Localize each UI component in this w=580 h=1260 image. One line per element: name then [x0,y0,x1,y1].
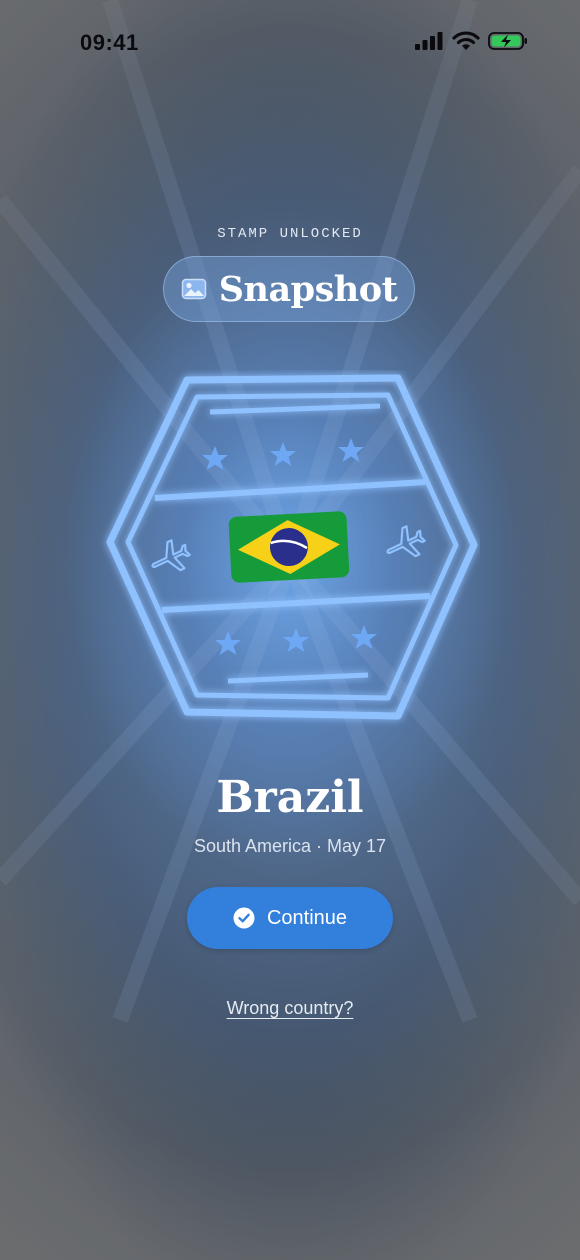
star-icon [283,628,309,652]
airplane-icon [144,534,196,582]
continue-label: Continue [266,906,348,929]
country-meta: South America · May 17 [193,836,387,856]
brazil-flag [228,511,350,583]
star-icon [270,442,296,466]
country-name: Brazil [216,772,364,823]
status-time: 09:41 [80,30,139,55]
star-icon [338,438,364,462]
image-icon [181,278,206,300]
stamp-unlocked-eyebrow: STAMP UNLOCKED [217,226,363,242]
wrong-country-link[interactable]: Wrong country? [0,998,580,1019]
cellular-signal-icon [415,32,443,50]
star-icon [202,446,228,470]
status-bar: 09:41 [0,0,580,86]
wrong-country-label[interactable]: Wrong country? [227,998,354,1018]
stamp-name-pill: Snapshot [163,256,415,322]
continue-button[interactable]: Continue [187,887,393,949]
star-icon [351,625,377,649]
passport-stamp [106,374,478,720]
star-icon [215,631,241,655]
battery-charging-icon [488,32,527,50]
stamp-name: Snapshot [218,268,398,310]
status-icons [414,31,528,51]
checkmark-circle-icon [233,907,255,929]
airplane-icon [379,520,431,568]
wifi-icon [452,31,480,50]
